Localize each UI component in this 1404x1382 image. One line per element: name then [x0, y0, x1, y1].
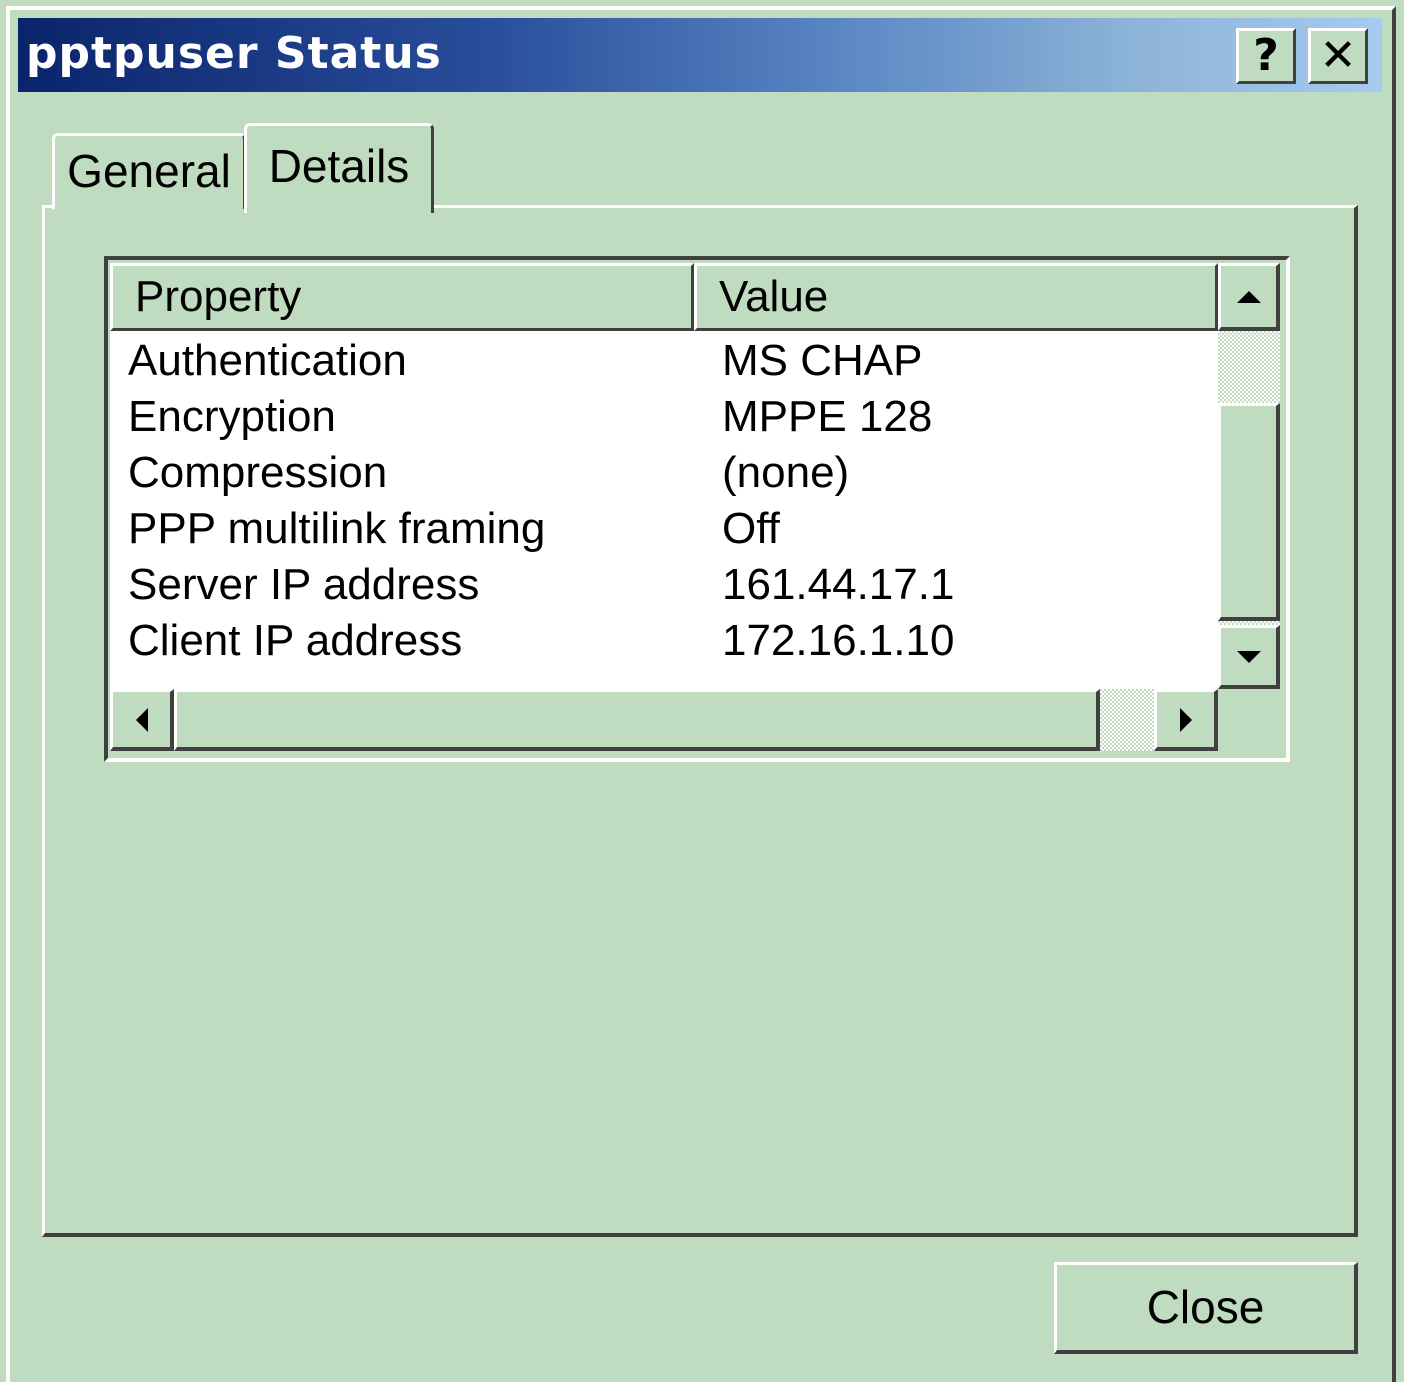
property-cell: PPP multilink framing [128, 504, 546, 553]
table-row[interactable]: Server IP address 161.44.17.1 [110, 557, 1218, 613]
value-cell: Off [722, 504, 780, 553]
scroll-down-button[interactable] [1218, 625, 1280, 689]
table-row[interactable]: Encryption MPPE 128 [110, 389, 1218, 445]
arrow-left-icon [135, 707, 148, 732]
arrow-down-icon [1236, 650, 1261, 663]
property-cell: Compression [128, 448, 388, 497]
title-bar[interactable]: pptpuser Status ? ✕ [18, 18, 1382, 92]
vertical-scroll-thumb[interactable] [1218, 403, 1280, 621]
table-row[interactable]: Authentication MS CHAP [110, 333, 1218, 389]
vertical-scrollbar[interactable] [1218, 263, 1280, 689]
property-cell: Client IP address [128, 616, 463, 665]
window-title: pptpuser Status [26, 28, 442, 79]
horizontal-scrollbar[interactable] [110, 689, 1218, 751]
property-cell: Encryption [128, 392, 336, 441]
help-button[interactable]: ? [1236, 28, 1296, 84]
tab-general[interactable]: General [52, 133, 246, 209]
column-header-value[interactable]: Value [694, 263, 1218, 331]
column-header-property[interactable]: Property [110, 263, 694, 331]
close-window-button[interactable]: ✕ [1308, 28, 1368, 84]
close-icon: ✕ [1319, 30, 1357, 81]
scroll-left-button[interactable] [110, 689, 174, 751]
scrollbar-corner [1218, 689, 1280, 751]
value-cell: (none) [722, 448, 850, 497]
tab-details[interactable]: Details [244, 123, 434, 213]
horizontal-scroll-thumb[interactable] [174, 689, 1100, 751]
property-cell: Server IP address [128, 560, 480, 609]
arrow-up-icon [1236, 290, 1261, 303]
value-cell: 172.16.1.10 [722, 616, 955, 665]
value-cell: 161.44.17.1 [722, 560, 955, 609]
table-row[interactable]: Compression (none) [110, 445, 1218, 501]
arrow-right-icon [1179, 707, 1192, 732]
scroll-right-button[interactable] [1154, 689, 1218, 751]
scroll-up-button[interactable] [1218, 263, 1280, 331]
help-icon: ? [1253, 30, 1279, 81]
table-row[interactable]: PPP multilink framing Off [110, 501, 1218, 557]
value-cell: MS CHAP [722, 336, 923, 385]
details-list[interactable]: Property Value Authentication MS CHAP En… [110, 263, 1218, 689]
close-button[interactable]: Close [1054, 1262, 1358, 1354]
value-cell: MPPE 128 [722, 392, 933, 441]
property-cell: Authentication [128, 336, 407, 385]
table-row[interactable]: Client IP address 172.16.1.10 [110, 613, 1218, 669]
